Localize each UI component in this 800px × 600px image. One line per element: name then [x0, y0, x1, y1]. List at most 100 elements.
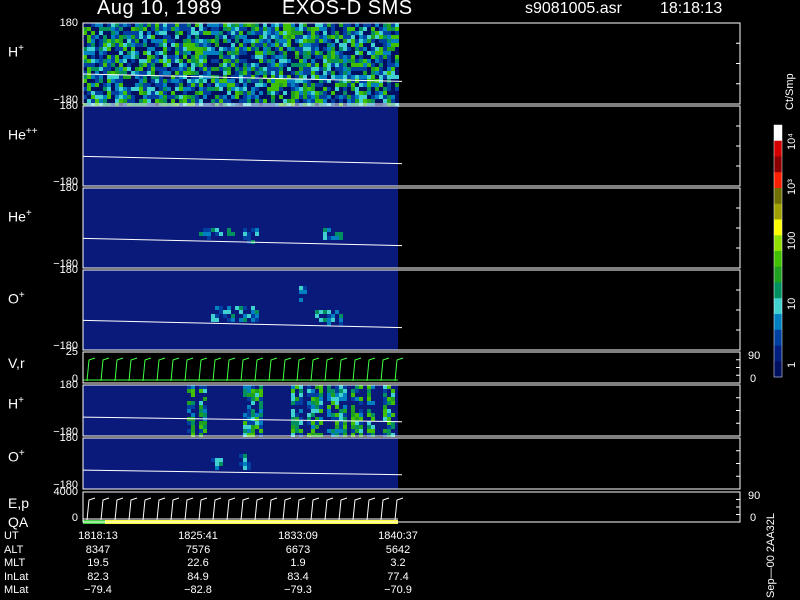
- spectrogram-cell: [295, 27, 299, 31]
- spectrogram-cell: [135, 23, 139, 27]
- spectrogram-cell: [279, 59, 283, 63]
- spectrogram-cell: [243, 236, 247, 240]
- spectrogram-cell: [175, 87, 179, 91]
- spectrogram-cell: [251, 318, 255, 322]
- y-tick-top: 180: [59, 100, 78, 112]
- spectrogram-cell: [331, 59, 335, 63]
- ephemeris-value: 7576: [185, 543, 211, 556]
- spectrogram-cell: [283, 87, 287, 91]
- spectrogram-cell: [95, 91, 99, 95]
- spectrogram-cell: [111, 95, 115, 99]
- spectrogram-cell: [247, 405, 251, 409]
- spectrogram-cell: [239, 462, 243, 466]
- spectrogram-cell: [99, 23, 103, 27]
- spectrogram-cell: [319, 87, 323, 91]
- spectrogram-cell: [143, 51, 147, 55]
- spectrogram-cell: [139, 47, 143, 51]
- spectrogram-cell: [387, 51, 391, 55]
- spectrogram-cell: [231, 67, 235, 71]
- spectrogram-cell: [383, 409, 387, 413]
- spectrogram-cell: [335, 35, 339, 39]
- spectrogram-cell: [191, 35, 195, 39]
- spectrogram-cell: [347, 75, 351, 79]
- spectrogram-cell: [223, 31, 227, 35]
- spectrogram-cell: [355, 63, 359, 67]
- spectrogram-cell: [119, 23, 123, 27]
- spectrogram-cell: [339, 87, 343, 91]
- spectrogram-cell: [383, 47, 387, 51]
- spectrogram-cell: [227, 39, 231, 43]
- spectrogram-cell: [239, 99, 243, 103]
- spectrogram-cell: [367, 71, 371, 75]
- spectrogram-cell: [215, 458, 219, 462]
- spectrogram-cell: [187, 421, 191, 425]
- spectrogram-cell: [107, 47, 111, 51]
- spectrogram-cell: [287, 95, 291, 99]
- spectrogram-cell: [83, 99, 87, 103]
- spectrogram-cell: [351, 425, 355, 429]
- spectrogram-cell: [163, 91, 167, 95]
- spectrogram-cell: [319, 59, 323, 63]
- spectrogram-cell: [255, 27, 259, 31]
- spectrogram-cell: [279, 55, 283, 59]
- spectrogram-cell: [183, 31, 187, 35]
- spectrogram-cell: [127, 31, 131, 35]
- spectrogram-cell: [311, 91, 315, 95]
- spectrogram-cell: [151, 55, 155, 59]
- spectrogram-cell: [135, 51, 139, 55]
- spectrogram-cell: [339, 385, 343, 389]
- spectrogram-cell: [375, 91, 379, 95]
- spectrogram-cell: [255, 23, 259, 27]
- spectrogram-cell: [343, 75, 347, 79]
- spectrogram-cell: [131, 63, 135, 67]
- spectrogram-cell: [191, 421, 195, 425]
- spectrogram-cell: [359, 63, 363, 67]
- spectrogram-cell: [275, 99, 279, 103]
- spectrogram-cell: [387, 429, 391, 433]
- spectrogram-cell: [255, 91, 259, 95]
- spectrogram-cell: [207, 27, 211, 31]
- spectrogram-cell: [343, 95, 347, 99]
- spectrogram-cell: [255, 71, 259, 75]
- spectrogram-cell: [379, 43, 383, 47]
- spectrogram-cell: [167, 99, 171, 103]
- spectrogram-cell: [319, 43, 323, 47]
- spectrogram-cell: [155, 91, 159, 95]
- spectrogram-cell: [243, 228, 247, 232]
- spectrogram-cell: [351, 91, 355, 95]
- spectrogram-cell: [207, 51, 211, 55]
- spectrogram-cell: [363, 67, 367, 71]
- spectrogram-cell: [391, 39, 395, 43]
- spectrogram-cell: [107, 23, 111, 27]
- spectrogram-cell: [343, 397, 347, 401]
- spectrogram-cell: [131, 87, 135, 91]
- spectrogram-cell: [119, 63, 123, 67]
- spectrogram-cell: [143, 47, 147, 51]
- spectrogram-cell: [151, 35, 155, 39]
- spectrogram-cell: [371, 75, 375, 79]
- spectrogram-cell: [191, 401, 195, 405]
- spectrogram-cell: [375, 35, 379, 39]
- spectrogram-cell: [315, 405, 319, 409]
- spectrogram-cell: [119, 51, 123, 55]
- spectrogram-cell: [187, 95, 191, 99]
- spectrogram-cell: [191, 385, 195, 389]
- spectrogram-cell: [203, 91, 207, 95]
- spectrogram-cell: [367, 397, 371, 401]
- spectrogram-cell: [199, 91, 203, 95]
- spectrogram-cell: [275, 31, 279, 35]
- spectrogram-cell: [219, 63, 223, 67]
- spectrogram-cell: [179, 39, 183, 43]
- colorbar-units: Ct/Smp: [784, 73, 796, 110]
- spectrogram-cell: [299, 75, 303, 79]
- spectrogram-cell: [191, 389, 195, 393]
- spectrogram-cell: [207, 63, 211, 67]
- spectrogram-cell: [375, 47, 379, 51]
- spectrogram-cell: [243, 59, 247, 63]
- spectrogram-cell: [363, 87, 367, 91]
- spectrogram-cell: [267, 27, 271, 31]
- spectrogram-cell: [299, 397, 303, 401]
- spectrogram-cell: [227, 63, 231, 67]
- spectrogram-cell: [155, 79, 159, 83]
- spectrogram-cell: [223, 71, 227, 75]
